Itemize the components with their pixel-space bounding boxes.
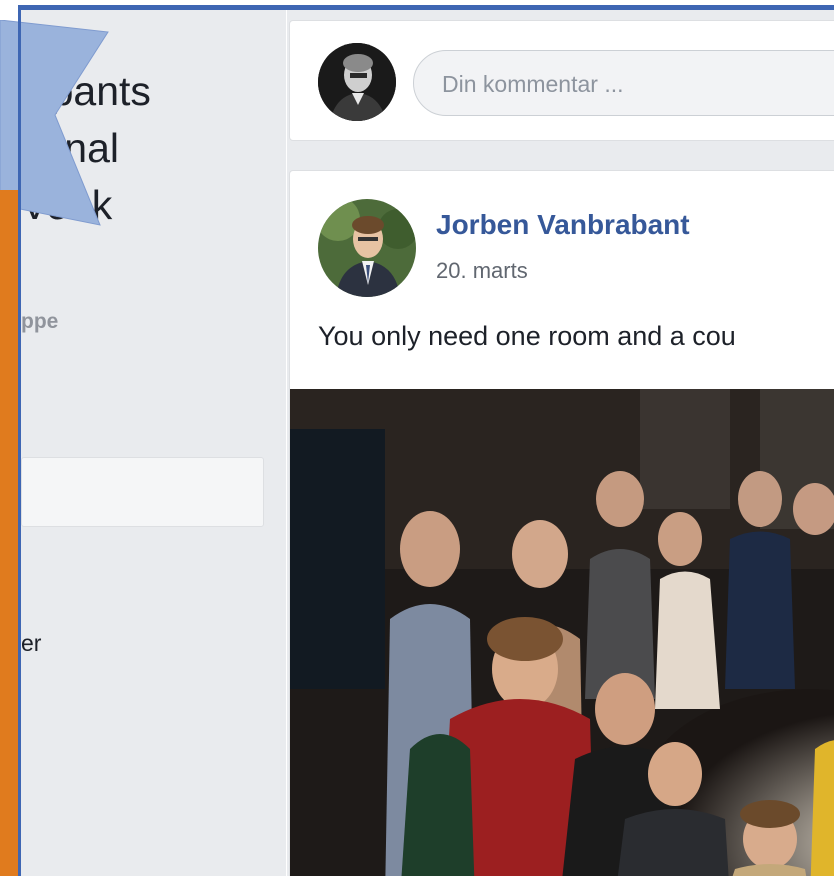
- group-type-label: ppe: [21, 310, 59, 333]
- comment-composer: Din kommentar ...: [289, 20, 834, 141]
- avatar[interactable]: [318, 43, 396, 121]
- orange-side-bar: [0, 190, 18, 883]
- post-timestamp[interactable]: 20. marts: [436, 258, 528, 284]
- post-photo[interactable]: [290, 389, 834, 876]
- comment-input[interactable]: Din kommentar ...: [413, 50, 834, 116]
- post: Jorben Vanbrabant 20. marts You only nee…: [289, 170, 834, 876]
- post-text: You only need one room and a cou: [318, 321, 736, 351]
- sidebar-search-box[interactable]: [21, 457, 264, 527]
- author-avatar[interactable]: [318, 199, 416, 297]
- sidebar-item[interactable]: er: [21, 630, 41, 657]
- comment-placeholder: Din kommentar ...: [442, 71, 624, 97]
- window-bottom: [0, 876, 834, 883]
- blue-side-border: [18, 5, 21, 883]
- author-name-link[interactable]: Jorben Vanbrabant: [436, 209, 690, 241]
- feed: Din kommentar ... Jorben Vanbrabant 20. …: [287, 10, 834, 876]
